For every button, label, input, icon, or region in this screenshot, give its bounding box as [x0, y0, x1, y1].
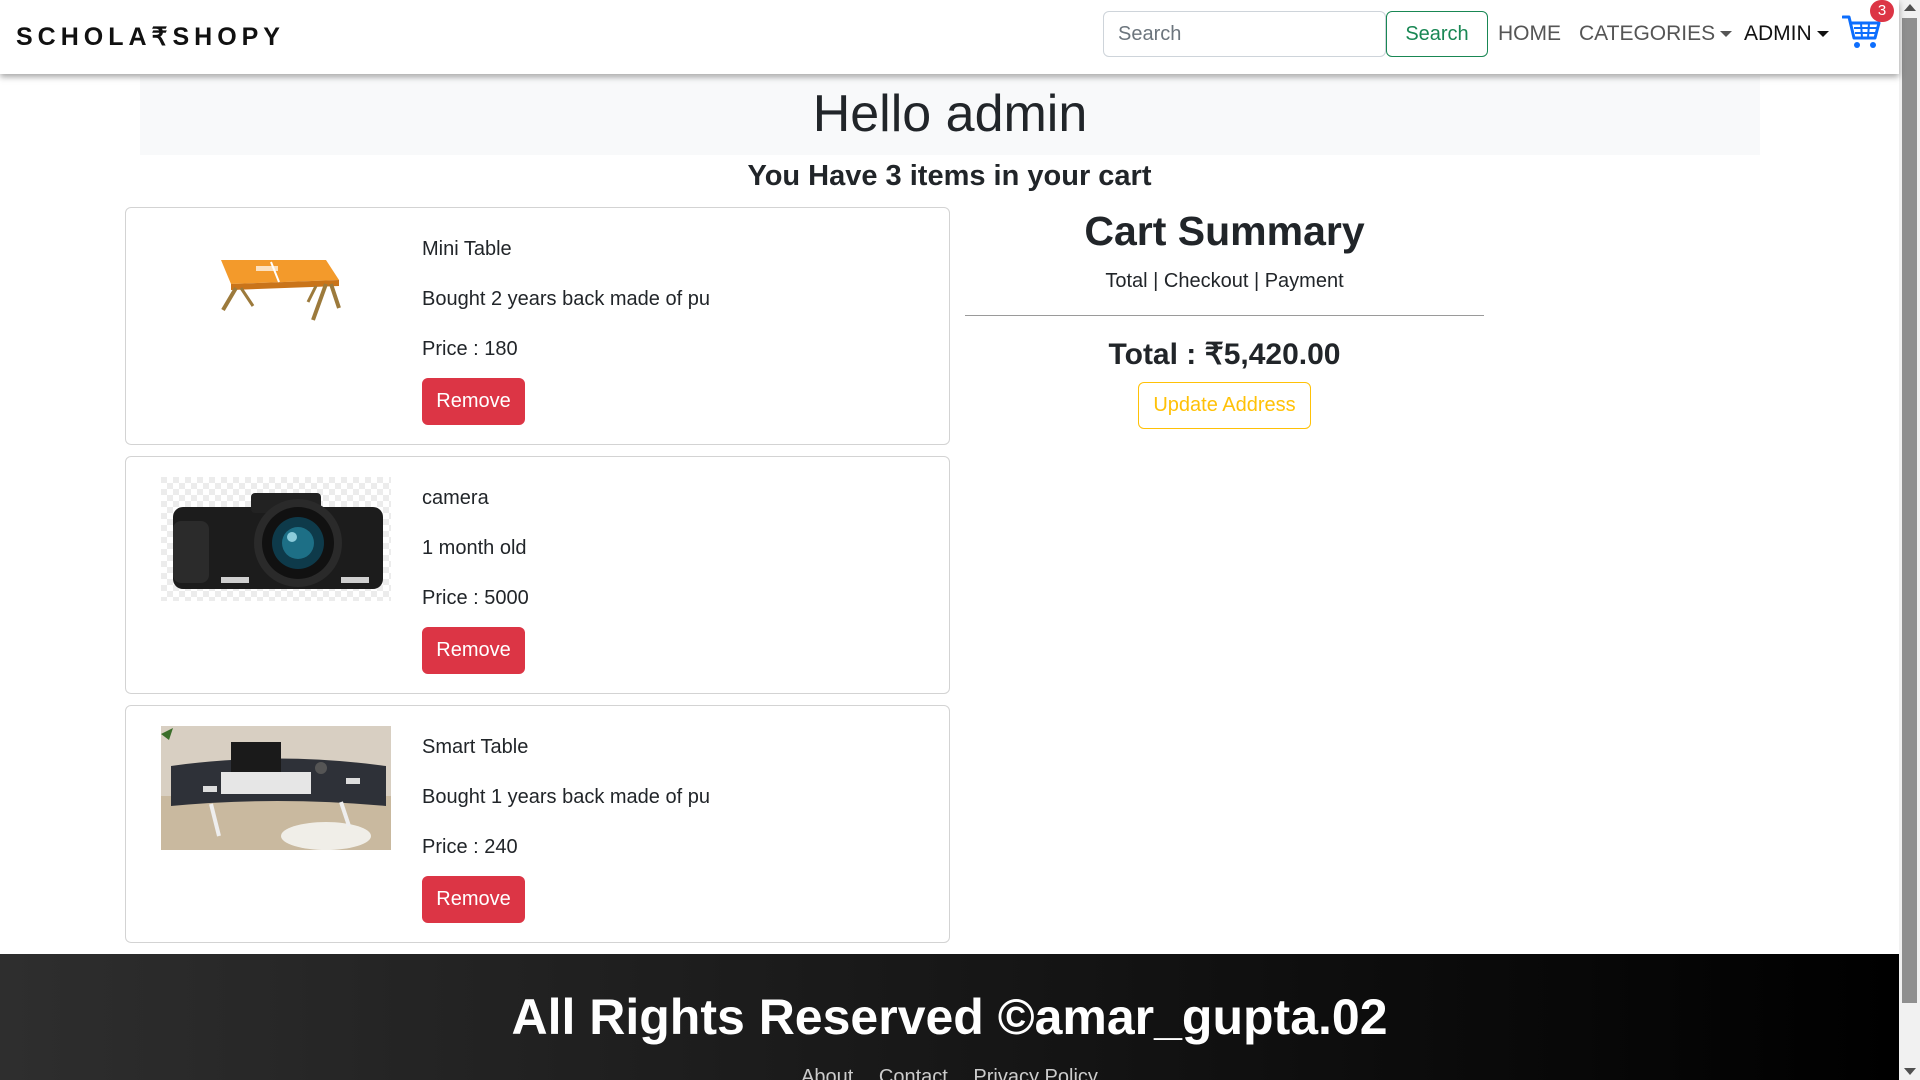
cart-count-badge: 3: [1870, 0, 1894, 22]
item-description: Bought 1 years back made of pu: [422, 786, 710, 808]
remove-button[interactable]: Remove: [422, 378, 525, 425]
nav-admin-label: ADMIN: [1744, 22, 1812, 45]
nav-categories-dropdown[interactable]: CATEGORIES: [1579, 22, 1733, 46]
cart-item-card: Mini Table Bought 2 years back made of p…: [125, 207, 950, 445]
search-button[interactable]: Search: [1386, 11, 1488, 57]
nav-home-link[interactable]: HOME: [1498, 22, 1561, 46]
search-input[interactable]: [1103, 11, 1386, 57]
brand-logo[interactable]: SCHOLA₹SHOPY: [16, 22, 285, 52]
greeting-title: Hello admin: [812, 85, 1088, 143]
cart-summary-subtitle: Total | Checkout | Payment: [1105, 270, 1344, 292]
scroll-down-arrow-icon[interactable]: [1904, 1068, 1916, 1075]
footer-links: About Contact Privacy Policy: [0, 1066, 1899, 1080]
item-description: Bought 2 years back made of pu: [422, 288, 710, 310]
nav-categories-label: CATEGORIES: [1579, 22, 1716, 45]
item-name: camera: [422, 487, 489, 509]
caret-down-icon: [1720, 31, 1733, 38]
cart-item-card: camera 1 month old Price : 5000 Remove: [125, 456, 950, 694]
summary-divider: [965, 315, 1484, 316]
remove-button[interactable]: Remove: [422, 627, 525, 674]
item-name: Smart Table: [422, 736, 529, 758]
footer-copyright: All Rights Reserved ©amar_gupta.02: [511, 989, 1388, 1045]
footer-link-privacy[interactable]: Privacy Policy: [973, 1066, 1097, 1080]
item-price: Price : 5000: [422, 587, 529, 609]
footer: All Rights Reserved ©amar_gupta.02 About…: [0, 954, 1899, 1080]
footer-link-about[interactable]: About: [801, 1066, 853, 1080]
camera-image: [161, 477, 391, 601]
item-name: Mini Table: [422, 238, 512, 260]
nav-admin-dropdown[interactable]: ADMIN: [1744, 22, 1829, 46]
item-price: Price : 240: [422, 836, 518, 858]
update-address-button[interactable]: Update Address: [1138, 382, 1311, 429]
remove-button[interactable]: Remove: [422, 876, 525, 923]
smart-table-image: [161, 726, 391, 850]
cart-total: Total : ₹5,420.00: [1108, 338, 1341, 371]
scroll-up-arrow-icon[interactable]: [1904, 4, 1916, 11]
cart-item-card: Smart Table Bought 1 years back made of …: [125, 705, 950, 943]
cart-items-message: You Have 3 items in your cart: [747, 160, 1152, 192]
item-description: 1 month old: [422, 537, 527, 559]
caret-down-icon: [1816, 31, 1829, 38]
footer-link-contact[interactable]: Contact: [879, 1066, 948, 1080]
navbar: SCHOLA₹SHOPY Search HOME CATEGORIES ADMI…: [0, 0, 1899, 74]
item-price: Price : 180: [422, 338, 518, 360]
mini-table-image: [161, 228, 391, 352]
scrollbar-thumb[interactable]: [1902, 18, 1917, 1003]
cart-summary-title: Cart Summary: [1084, 208, 1365, 254]
